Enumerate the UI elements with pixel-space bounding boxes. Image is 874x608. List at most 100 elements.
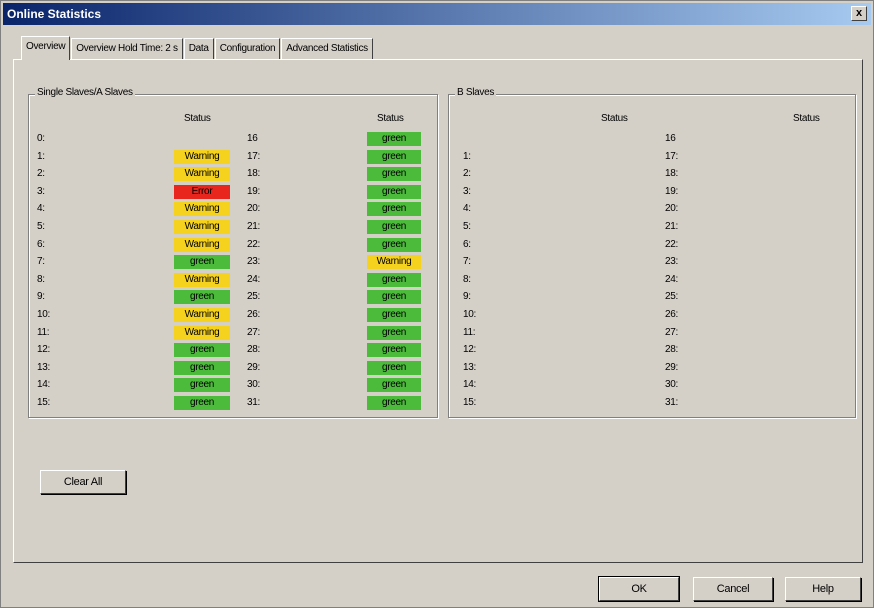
status-badge: green	[174, 360, 230, 375]
clear-all-button[interactable]: Clear All	[40, 470, 126, 494]
slave-id: 28:	[247, 344, 261, 356]
slave-id: 19:	[665, 185, 679, 197]
status-badge: green	[367, 202, 421, 217]
slave-id: 13:	[463, 361, 477, 373]
status-badge: green	[367, 325, 421, 340]
slave-id: 25:	[665, 291, 679, 303]
table-row: 0: 16 green	[29, 131, 437, 148]
slave-id: 31:	[247, 397, 261, 408]
status-badge: green	[367, 184, 421, 199]
table-row: 11: Warning 27: green	[29, 325, 437, 342]
slave-id: 29:	[247, 361, 261, 373]
slave-id: 24:	[665, 273, 679, 285]
help-button[interactable]: Help	[785, 577, 861, 601]
slave-id: 21:	[665, 221, 679, 232]
slave-id: 8:	[463, 273, 471, 285]
status-badge: green	[367, 149, 421, 164]
ok-button[interactable]: OK	[598, 576, 680, 602]
slave-id: 12:	[463, 344, 477, 356]
tab-advanced-statistics[interactable]: Advanced Statistics	[281, 38, 373, 60]
slave-id: 0:	[37, 133, 45, 144]
slave-id: 10:	[463, 309, 477, 320]
slave-id: 27:	[247, 326, 261, 338]
cancel-button[interactable]: Cancel	[693, 577, 773, 601]
slave-id: 1:	[463, 150, 471, 162]
slave-id: 20:	[247, 203, 261, 215]
table-row: 12: green 28: green	[29, 342, 437, 359]
table-row: 2: 18:	[449, 166, 855, 183]
online-statistics-window: Online Statistics x Overview Overview Ho…	[0, 0, 874, 608]
tab-overview[interactable]: Overview	[21, 36, 71, 60]
slave-id: 1:	[37, 150, 45, 162]
status-badge: green	[367, 272, 421, 287]
table-row: 14: green 30: green	[29, 377, 437, 394]
slave-id: 18:	[665, 168, 679, 180]
slave-id: 7:	[37, 256, 45, 268]
slave-id: 3:	[463, 185, 471, 197]
table-row: 15: 31:	[449, 395, 855, 412]
table-row: 3: 19:	[449, 184, 855, 201]
status-badge: Warning	[174, 167, 230, 182]
status-badge: Warning	[174, 308, 230, 322]
table-row: 5: Warning 21: green	[29, 219, 437, 236]
status-badge: green	[367, 396, 421, 410]
b-slaves-label: B Slaves	[455, 87, 497, 98]
table-row: 7: green 23: Warning	[29, 254, 437, 271]
table-row: 13: green 29: green	[29, 360, 437, 377]
slave-id: 30:	[665, 379, 679, 391]
table-row: 4: 20:	[449, 201, 855, 218]
status-badge: Warning	[174, 325, 230, 340]
status-badge: green	[367, 237, 421, 252]
slave-id: 22:	[665, 238, 679, 250]
slave-id: 23:	[665, 256, 679, 268]
tab-data[interactable]: Data	[183, 38, 214, 60]
table-row: 11: 27:	[449, 325, 855, 342]
slave-id: 14:	[463, 379, 477, 391]
slave-id: 23:	[247, 256, 261, 268]
status-badge: green	[367, 220, 421, 234]
tab-strip: Overview Overview Hold Time: 2 s Data Co…	[21, 36, 374, 60]
table-row: 6: 22:	[449, 237, 855, 254]
slave-id: 18:	[247, 168, 261, 180]
slave-id: 2:	[463, 168, 471, 180]
slave-id: 4:	[463, 203, 471, 215]
slave-id: 11:	[37, 326, 50, 338]
status-badge: green	[174, 255, 230, 270]
status-badge: Warning	[174, 220, 230, 234]
status-badge: green	[367, 167, 421, 182]
status-badge: Warning	[174, 202, 230, 217]
table-row: 14: 30:	[449, 377, 855, 394]
status-badge	[174, 132, 230, 146]
table-row: 1: 17:	[449, 149, 855, 166]
slave-id: 2:	[37, 168, 45, 180]
status-badge: green	[367, 360, 421, 375]
tab-overview-hold-time[interactable]: Overview Hold Time: 2 s	[71, 38, 183, 60]
slave-id: 21:	[247, 221, 261, 232]
b-slaves-group: B Slaves Status Status 16 1: 17: 2: 18: 3: 19:…	[448, 87, 856, 418]
slave-id: 3:	[37, 185, 45, 197]
tab-configuration[interactable]: Configuration	[214, 38, 281, 60]
slave-id: 10:	[37, 309, 51, 320]
status-badge: green	[174, 343, 230, 358]
status-header-right: Status	[377, 113, 404, 124]
status-badge: green	[174, 378, 230, 393]
slave-id: 5:	[463, 221, 471, 232]
status-badge: Warning	[174, 149, 230, 164]
slave-id: 20:	[665, 203, 679, 215]
tab-panel: Single Slaves/A Slaves Status Status 0: 1…	[13, 59, 863, 563]
table-row: 1: Warning 17: green	[29, 149, 437, 166]
status-badge: green	[367, 132, 421, 146]
title-bar[interactable]: Online Statistics x	[3, 3, 871, 25]
status-badge: green	[367, 290, 421, 305]
slave-id: 17:	[247, 150, 261, 162]
slave-id: 8:	[37, 273, 45, 285]
table-row: 2: Warning 18: green	[29, 166, 437, 183]
slave-id: 17:	[665, 150, 679, 162]
table-row: 8: 24:	[449, 272, 855, 289]
close-icon[interactable]: x	[851, 6, 867, 21]
table-row: 8: Warning 24: green	[29, 272, 437, 289]
single-slaves-group: Single Slaves/A Slaves Status Status 0: 1…	[28, 87, 438, 418]
status-header-left: Status	[184, 113, 211, 124]
table-row: 12: 28:	[449, 342, 855, 359]
status-badge: Warning	[174, 237, 230, 252]
